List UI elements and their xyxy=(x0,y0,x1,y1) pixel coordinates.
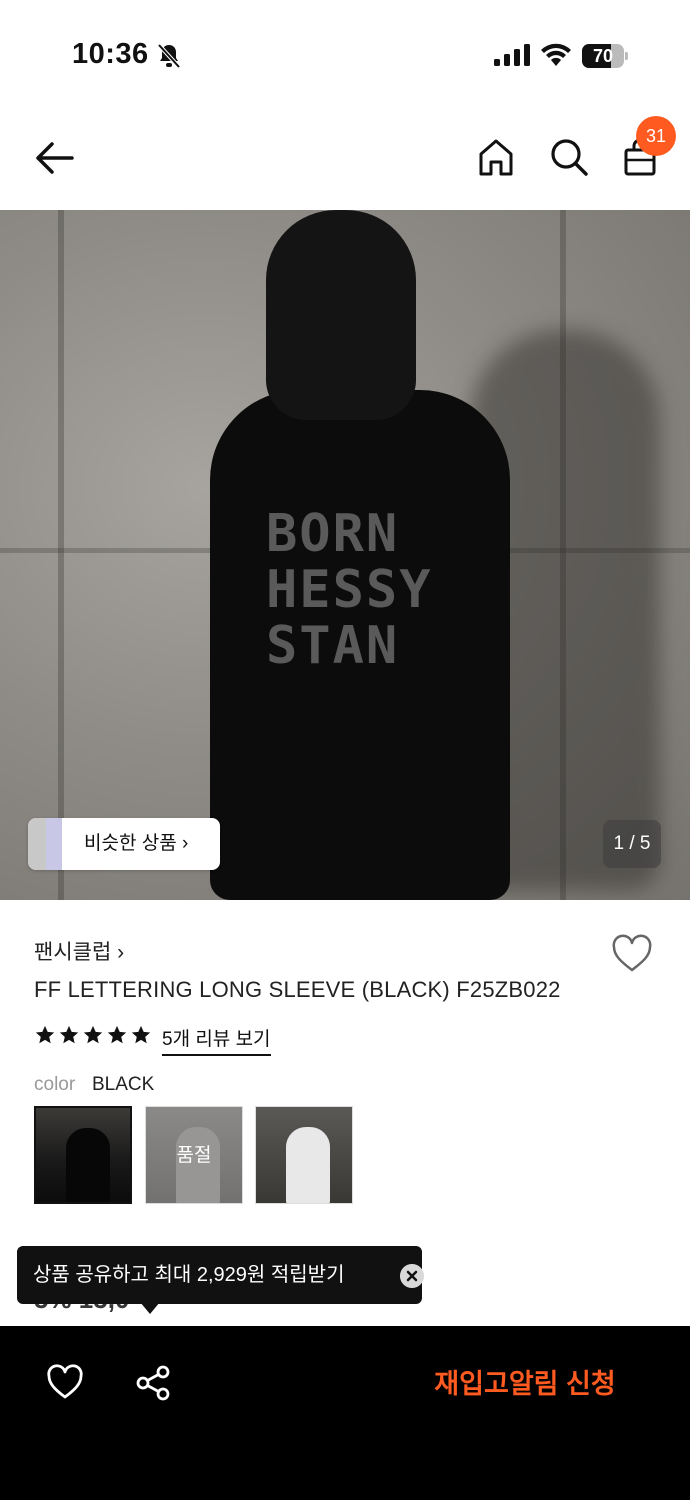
color-swatch-grey[interactable]: 품절 xyxy=(145,1106,243,1204)
gallery-page-indicator: 1 / 5 xyxy=(603,820,661,868)
rating-stars xyxy=(34,1024,152,1050)
star-icon xyxy=(131,1025,151,1044)
star-icon xyxy=(107,1025,127,1044)
bottom-action-bar: 재입고알림 신청 xyxy=(0,1326,690,1500)
cellular-signal-icon xyxy=(494,44,530,66)
bell-off-icon xyxy=(157,43,181,69)
search-icon[interactable] xyxy=(548,136,590,178)
wifi-icon xyxy=(541,43,571,66)
status-bar: 10:36 70 xyxy=(0,0,690,100)
color-swatch-white[interactable] xyxy=(255,1106,353,1204)
battery-icon: 70 xyxy=(582,44,628,68)
similar-products-button[interactable]: 비슷한 상품 › xyxy=(28,818,220,870)
sold-out-label: 품절 xyxy=(146,1107,242,1203)
selected-color-value: BLACK xyxy=(92,1074,155,1095)
home-icon[interactable] xyxy=(476,136,516,178)
star-icon xyxy=(59,1025,79,1044)
star-icon xyxy=(83,1025,103,1044)
battery-level: 70 xyxy=(592,46,614,66)
wishlist-heart-icon[interactable] xyxy=(46,1364,84,1400)
cart-count-badge: 31 xyxy=(636,116,676,156)
similar-products-label: 비슷한 상품 › xyxy=(84,833,189,854)
top-navigation: 31 xyxy=(0,100,690,210)
color-swatch-black[interactable] xyxy=(34,1106,132,1204)
share-reward-tooltip: 상품 공유하고 최대 2,929원 적립받기 xyxy=(17,1246,424,1304)
tooltip-arrow xyxy=(140,1302,160,1314)
wishlist-heart-icon[interactable] xyxy=(610,934,654,974)
view-reviews-link[interactable]: 5개 리뷰 보기 xyxy=(162,1024,271,1056)
share-icon[interactable] xyxy=(134,1364,172,1402)
star-icon xyxy=(35,1025,55,1044)
product-image-gallery[interactable]: BORN HESSY STAN 비슷한 상품 › 1 / 5 xyxy=(0,210,690,900)
brand-link[interactable]: 팬시클럽 › xyxy=(34,936,124,966)
product-title: FF LETTERING LONG SLEEVE (BLACK) F25ZB02… xyxy=(34,977,561,1002)
status-time: 10:36 xyxy=(72,38,149,70)
restock-alert-button[interactable]: 재입고알림 신청 xyxy=(400,1356,650,1412)
share-reward-text: 상품 공유하고 최대 2,929원 적립받기 xyxy=(33,1264,345,1286)
back-arrow-icon[interactable] xyxy=(32,138,76,178)
color-option-label: color xyxy=(34,1074,76,1095)
close-icon[interactable] xyxy=(400,1264,424,1288)
